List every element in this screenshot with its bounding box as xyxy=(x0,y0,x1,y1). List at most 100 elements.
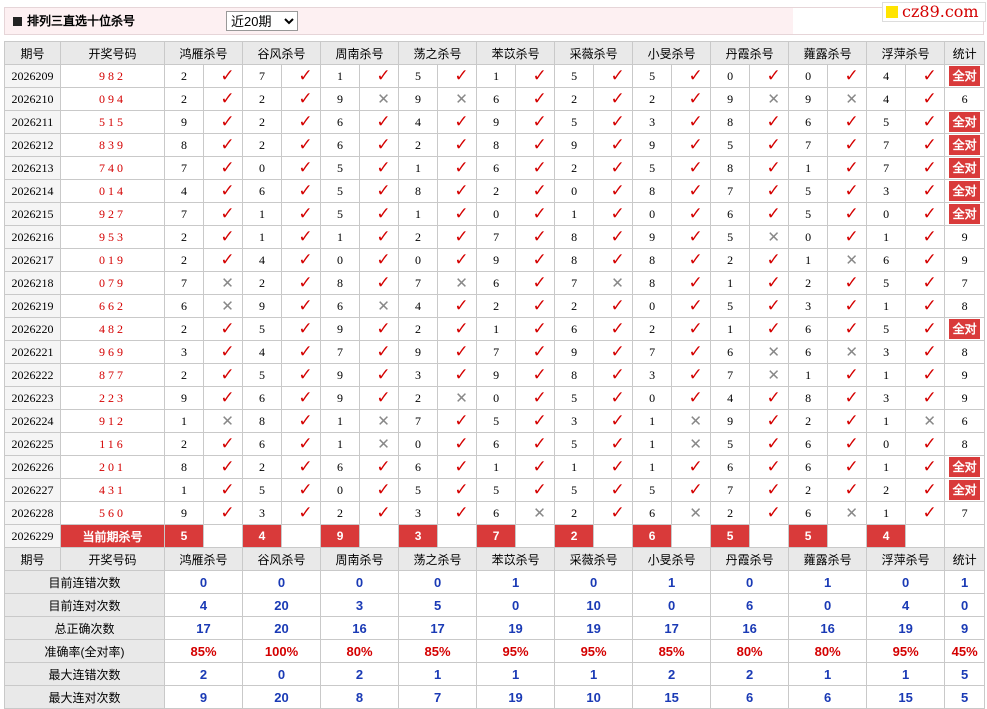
kill-number-cell: 6 xyxy=(398,455,439,479)
expert-column-header[interactable]: 小旻杀号 xyxy=(632,41,712,65)
kill-number-cell: 0 xyxy=(242,156,283,180)
check-icon: ✓ xyxy=(532,388,547,408)
site-logo[interactable]: cz89.com xyxy=(882,2,986,22)
expert-column-header[interactable]: 采薇杀号 xyxy=(554,41,634,65)
stat-value-cell: 17 xyxy=(632,616,712,640)
row-stat-cell: 8 xyxy=(944,432,986,456)
current-kill-blank xyxy=(515,524,556,548)
hit-mark-cell: ✕ xyxy=(827,87,868,111)
hit-mark-cell: ✕ xyxy=(593,271,634,295)
check-icon: ✓ xyxy=(844,158,859,178)
expert-column-header[interactable]: 鸿雁杀号 xyxy=(163,547,244,571)
cross-icon: ✕ xyxy=(377,297,390,315)
check-icon: ✓ xyxy=(922,204,937,224)
hit-mark-cell: ✓ xyxy=(749,110,790,134)
current-period-row: 2026229 当前期杀号 5 4 9 3 7 2 6 5 5 4 xyxy=(4,524,986,548)
hit-mark-cell: ✓ xyxy=(749,455,790,479)
expert-column-header[interactable]: 丹霞杀号 xyxy=(710,41,790,65)
kill-number-cell: 3 xyxy=(554,409,595,433)
stat-value-cell: 0 xyxy=(476,593,556,617)
cross-icon: ✕ xyxy=(845,343,858,361)
draw-number-cell: 839 xyxy=(60,133,165,157)
expert-column-header[interactable]: 周南杀号 xyxy=(320,547,400,571)
kill-number-cell: 8 xyxy=(554,248,595,272)
check-icon: ✓ xyxy=(922,66,937,86)
hit-mark-cell: ✓ xyxy=(593,294,634,318)
hit-mark-cell: ✓ xyxy=(359,501,400,525)
stat-row: 目前连对次数 4 20 3 5 0 10 0 6 0 4 0 xyxy=(4,593,986,617)
stat-value-cell: 0 xyxy=(866,570,946,594)
kill-number-cell: 6 xyxy=(710,455,751,479)
period-cell: 2026225 xyxy=(4,432,61,456)
kill-number-cell: 5 xyxy=(476,409,517,433)
stat-value-cell: 1 xyxy=(788,662,868,686)
row-stat-cell: 全对 xyxy=(944,64,986,88)
expert-column-header[interactable]: 谷风杀号 xyxy=(242,41,322,65)
check-icon: ✓ xyxy=(766,503,781,523)
period-range-select[interactable]: 近20期 xyxy=(226,11,298,31)
check-icon: ✓ xyxy=(766,388,781,408)
draw-number-cell: 201 xyxy=(60,455,165,479)
expert-column-header[interactable]: 丹霞杀号 xyxy=(710,547,790,571)
hit-mark-cell: ✓ xyxy=(202,225,244,249)
kill-number-cell: 9 xyxy=(710,87,751,111)
hit-mark-cell: ✓ xyxy=(905,87,946,111)
expert-column-header[interactable]: 小旻杀号 xyxy=(632,547,712,571)
check-icon: ✓ xyxy=(298,319,313,339)
kill-number-cell: 0 xyxy=(866,202,907,226)
check-icon: ✓ xyxy=(610,89,625,109)
expert-column-header[interactable]: 荡之杀号 xyxy=(398,547,478,571)
current-kill-number: 5 xyxy=(788,524,829,548)
row-stat-cell: 全对 xyxy=(944,478,986,502)
hit-mark-cell: ✕ xyxy=(202,409,244,433)
hit-mark-cell: ✓ xyxy=(437,133,478,157)
kill-number-cell: 8 xyxy=(554,363,595,387)
expert-column-header[interactable]: 采薇杀号 xyxy=(554,547,634,571)
correct-count: 9 xyxy=(961,367,968,382)
hit-mark-cell: ✓ xyxy=(827,409,868,433)
stat-row: 最大连对次数 9 20 8 7 19 10 15 6 6 15 5 xyxy=(4,685,986,709)
stat-value-cell: 95% xyxy=(476,639,556,663)
expert-column-header[interactable]: 周南杀号 xyxy=(320,41,400,65)
stat-value-cell: 1 xyxy=(866,662,946,686)
kill-number-cell: 2 xyxy=(788,409,829,433)
kill-number-cell: 5 xyxy=(710,225,751,249)
expert-column-header[interactable]: 荡之杀号 xyxy=(398,41,478,65)
kill-number-cell: 0 xyxy=(788,64,829,88)
kill-number-cell: 8 xyxy=(632,248,673,272)
stat-total-cell: 0 xyxy=(944,593,986,617)
stat-value-cell: 100% xyxy=(242,639,322,663)
expert-column-header[interactable]: 苯苡杀号 xyxy=(476,547,556,571)
kill-number-cell: 8 xyxy=(242,409,283,433)
hit-mark-cell: ✓ xyxy=(593,202,634,226)
period-cell: 2026220 xyxy=(4,317,61,341)
kill-number-cell: 5 xyxy=(554,110,595,134)
expert-column-header[interactable]: 浮萍杀号 xyxy=(866,547,946,571)
check-icon: ✓ xyxy=(532,227,547,247)
hit-mark-cell: ✓ xyxy=(437,478,478,502)
cross-icon: ✕ xyxy=(767,90,780,108)
expert-column-header[interactable]: 浮萍杀号 xyxy=(866,41,946,65)
check-icon: ✓ xyxy=(376,365,391,385)
kill-number-cell: 6 xyxy=(242,432,283,456)
check-icon: ✓ xyxy=(454,204,469,224)
expert-column-header[interactable]: 蕹露杀号 xyxy=(788,547,868,571)
hit-mark-cell: ✓ xyxy=(905,501,946,525)
hit-mark-cell: ✓ xyxy=(671,478,712,502)
hit-mark-cell: ✓ xyxy=(515,432,556,456)
check-icon: ✓ xyxy=(298,342,313,362)
expert-column-header[interactable]: 蕹露杀号 xyxy=(788,41,868,65)
expert-column-header[interactable]: 谷风杀号 xyxy=(242,547,322,571)
hit-mark-cell: ✓ xyxy=(593,340,634,364)
kill-number-cell: 6 xyxy=(476,501,517,525)
cross-icon: ✕ xyxy=(377,90,390,108)
draw-number-cell: 927 xyxy=(60,202,165,226)
check-icon: ✓ xyxy=(610,112,625,132)
expert-column-header[interactable]: 鸿雁杀号 xyxy=(163,41,244,65)
check-icon: ✓ xyxy=(532,365,547,385)
hit-mark-cell: ✓ xyxy=(905,478,946,502)
row-stat-cell: 8 xyxy=(944,294,986,318)
expert-column-header[interactable]: 苯苡杀号 xyxy=(476,41,556,65)
kill-number-cell: 9 xyxy=(554,133,595,157)
kill-number-cell: 2 xyxy=(164,64,204,88)
